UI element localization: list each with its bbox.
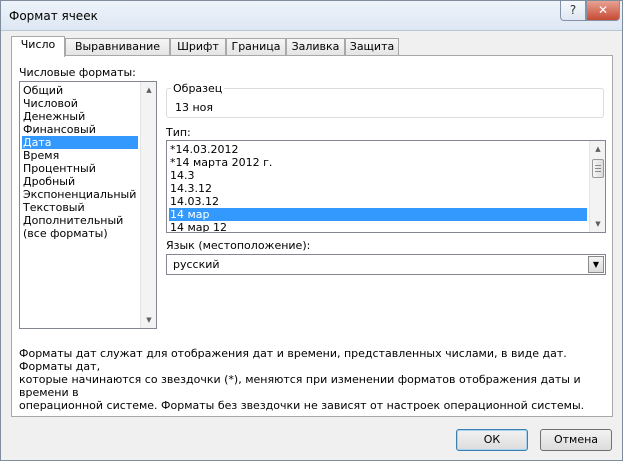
category-date[interactable]: Дата [22, 136, 138, 149]
type-item-selected[interactable]: 14 мар [169, 208, 587, 221]
category-time[interactable]: Время [22, 149, 138, 162]
category-custom[interactable]: (все форматы) [22, 227, 138, 240]
tab-number[interactable]: Число [11, 36, 65, 57]
category-special[interactable]: Дополнительный [22, 214, 138, 227]
locale-value: русский [173, 258, 220, 271]
scroll-thumb[interactable] [592, 159, 604, 178]
tab-fill[interactable]: Заливка [286, 38, 345, 56]
categories-label: Числовые форматы: [19, 66, 136, 79]
category-number[interactable]: Числовой [22, 97, 138, 110]
type-item[interactable]: *14.03.2012 [169, 143, 587, 156]
category-text[interactable]: Текстовый [22, 201, 138, 214]
chevron-down-icon[interactable]: ▼ [588, 256, 604, 273]
type-item[interactable]: 14.3.12 [169, 182, 587, 195]
description-line: операционной системе. Форматы без звездо… [19, 399, 585, 412]
locale-label: Язык (местоположение): [166, 239, 311, 252]
category-accounting[interactable]: Финансовый [22, 123, 138, 136]
tab-border[interactable]: Граница [226, 38, 286, 56]
sample-label: Образец [171, 82, 225, 95]
sample-group [166, 88, 604, 118]
category-scientific[interactable]: Экспоненциальный [22, 188, 138, 201]
close-button[interactable]: ✕ [586, 1, 620, 21]
scroll-down-arrow-icon[interactable]: ▼ [141, 312, 156, 328]
type-item[interactable]: 14 мар 12 [169, 221, 587, 232]
dialog-title: Формат ячеек [9, 9, 98, 23]
scroll-up-arrow-icon[interactable]: ▲ [141, 82, 156, 98]
help-button[interactable]: ? [560, 1, 586, 21]
scroll-down-arrow-icon[interactable]: ▼ [590, 216, 605, 232]
tab-protection[interactable]: Защита [345, 38, 399, 56]
tab-font[interactable]: Шрифт [170, 38, 226, 56]
category-percentage[interactable]: Процентный [22, 162, 138, 175]
category-scrollbar[interactable]: ▲ ▼ [140, 82, 156, 328]
cancel-button[interactable]: Отмена [540, 429, 612, 451]
description-line: Форматы дат служат для отображения дат и… [19, 347, 567, 373]
category-list[interactable]: Общий Числовой Денежный Финансовый Дата … [19, 81, 157, 329]
type-list[interactable]: *14.03.2012 *14 марта 2012 г. 14.3 14.3.… [166, 140, 606, 233]
ok-button[interactable]: ОК [456, 429, 528, 451]
description-line: которые начинаются со звездочки (*), мен… [19, 373, 581, 399]
format-description: Форматы дат служат для отображения дат и… [19, 347, 609, 412]
type-item[interactable]: 14.3 [169, 169, 587, 182]
category-fraction[interactable]: Дробный [22, 175, 138, 188]
type-scrollbar[interactable]: ▲ ▼ [589, 141, 605, 232]
category-general[interactable]: Общий [22, 84, 138, 97]
type-item[interactable]: *14 марта 2012 г. [169, 156, 587, 169]
locale-select[interactable]: русский ▼ [166, 254, 606, 275]
type-item[interactable]: 14.03.12 [169, 195, 587, 208]
type-label: Тип: [166, 126, 191, 139]
tab-alignment[interactable]: Выравнивание [65, 38, 170, 56]
sample-value: 13 ноя [175, 101, 214, 114]
format-cells-dialog: Формат ячеек ? ✕ Число Выравнивание Шриф… [0, 0, 623, 461]
category-currency[interactable]: Денежный [22, 110, 138, 123]
scroll-up-arrow-icon[interactable]: ▲ [590, 141, 605, 157]
title-bar[interactable]: Формат ячеек ? ✕ [1, 1, 622, 31]
